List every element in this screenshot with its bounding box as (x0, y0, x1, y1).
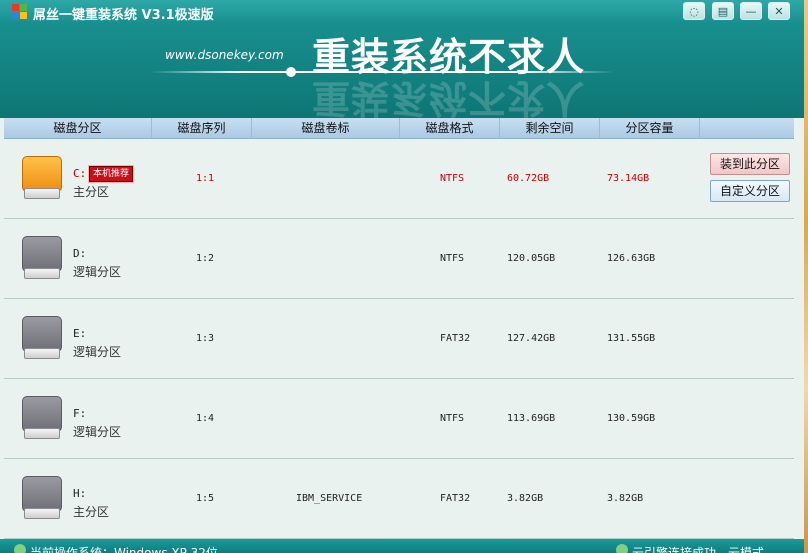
file-system: NTFS (440, 253, 465, 264)
table-header: 磁盘分区 磁盘序列 磁盘卷标 磁盘格式 剩余空间 分区容量 (4, 118, 794, 139)
banner-slogan: 重装系统不求人 (312, 35, 586, 79)
file-system: FAT32 (440, 333, 471, 344)
partition-type: 逻辑分区 (73, 265, 122, 279)
install-to-partition-button[interactable]: 装到此分区 (710, 153, 790, 175)
free-space: 60.72GB (507, 173, 550, 184)
title-bar[interactable]: 屌丝一键重装系统 V3.1极速版 ◌ ▤ — ✕ (0, 0, 804, 24)
free-space: 120.05GB (507, 253, 556, 264)
partition-seq: 1:1 (196, 173, 215, 184)
minimize-icon: — (745, 5, 757, 18)
column-header-5: 剩余空间 (500, 118, 600, 138)
partition-size: 130.59GB (607, 413, 656, 424)
drive-letter: C: (73, 167, 87, 180)
hard-drive-icon (22, 236, 62, 280)
banner-dot (286, 67, 296, 77)
partition-row[interactable]: C: 主分区 本机推荐 1:1 NTFS 60.72GB 73.14GB 装到此分区自定义分区 (4, 139, 794, 219)
partition-type: 主分区 (73, 505, 110, 519)
partition-seq: 1:5 (196, 493, 215, 504)
chat-button[interactable]: ◌ (683, 2, 705, 20)
custom-partition-button[interactable]: 自定义分区 (710, 180, 790, 202)
banner-slogan-reflection: 重装系统不求人 (312, 76, 586, 118)
partition-seq: 1:3 (196, 333, 215, 344)
free-space: 113.69GB (507, 413, 556, 424)
partition-size: 126.63GB (607, 253, 656, 264)
column-header-4: 磁盘格式 (400, 118, 500, 138)
partition-type: 逻辑分区 (73, 425, 122, 439)
file-system: FAT32 (440, 493, 471, 504)
recommended-badge: 本机推荐 (87, 165, 135, 183)
close-icon: ✕ (774, 5, 784, 18)
hard-drive-icon (22, 476, 62, 520)
windows-logo-icon (12, 4, 28, 20)
chat-icon: ◌ (689, 5, 699, 18)
partition-row[interactable]: E: 逻辑分区 1:3 FAT32 127.42GB 131.55GB (4, 299, 794, 379)
column-header-6: 分区容量 (600, 118, 700, 138)
partition-seq: 1:2 (196, 253, 215, 264)
free-space: 127.42GB (507, 333, 556, 344)
volume-label: IBM_SERVICE (296, 493, 363, 504)
os-status-icon (14, 544, 26, 553)
partition-seq: 1:4 (196, 413, 215, 424)
column-header-2: 磁盘序列 (152, 118, 252, 138)
close-button[interactable]: ✕ (768, 2, 790, 20)
hard-drive-icon (22, 396, 62, 440)
partition-size: 131.55GB (607, 333, 656, 344)
menu-icon: ▤ (717, 5, 729, 18)
drive-letter: D: (73, 247, 87, 260)
free-space: 3.82GB (507, 493, 544, 504)
column-header-1: 磁盘分区 (4, 118, 152, 138)
os-status-text: 当前操作系统：Windows XP 32位 (30, 546, 218, 553)
menu-button[interactable]: ▤ (712, 2, 734, 20)
partition-row[interactable]: D: 逻辑分区 1:2 NTFS 120.05GB 126.63GB (4, 219, 794, 299)
partition-size: 73.14GB (607, 173, 650, 184)
banner: www.dsonekey.com 重装系统不求人 重装系统不求人 (0, 24, 804, 118)
hard-drive-icon (22, 316, 62, 360)
partition-type: 主分区 (73, 185, 110, 199)
cloud-status-icon (616, 544, 628, 553)
partition-row[interactable]: H: 主分区 1:5 IBM_SERVICE FAT32 3.82GB 3.82GB (4, 459, 794, 539)
partition-list: C: 主分区 本机推荐 1:1 NTFS 60.72GB 73.14GB 装到此分区自定义分区… (4, 139, 794, 539)
banner-url[interactable]: www.dsonekey.com (165, 48, 284, 62)
app-title: 屌丝一键重装系统 V3.1极速版 (33, 8, 214, 23)
file-system: NTFS (440, 173, 465, 184)
status-bar: 当前操作系统：Windows XP 32位 云引擎连接成功，云模式 (0, 539, 804, 553)
app-window: 屌丝一键重装系统 V3.1极速版 ◌ ▤ — ✕ www.dsonekey.com 重… (0, 0, 804, 553)
file-system: NTFS (440, 413, 465, 424)
partition-type: 逻辑分区 (73, 345, 122, 359)
hard-drive-icon (22, 156, 62, 200)
cloud-status-text: 云引擎连接成功，云模式 (632, 546, 765, 553)
drive-letter: H: (73, 487, 87, 500)
minimize-button[interactable]: — (740, 2, 762, 20)
drive-letter: F: (73, 407, 87, 420)
partition-row[interactable]: F: 逻辑分区 1:4 NTFS 113.69GB 130.59GB (4, 379, 794, 459)
drive-letter: E: (73, 327, 87, 340)
partition-size: 3.82GB (607, 493, 644, 504)
column-header-3: 磁盘卷标 (252, 118, 400, 138)
